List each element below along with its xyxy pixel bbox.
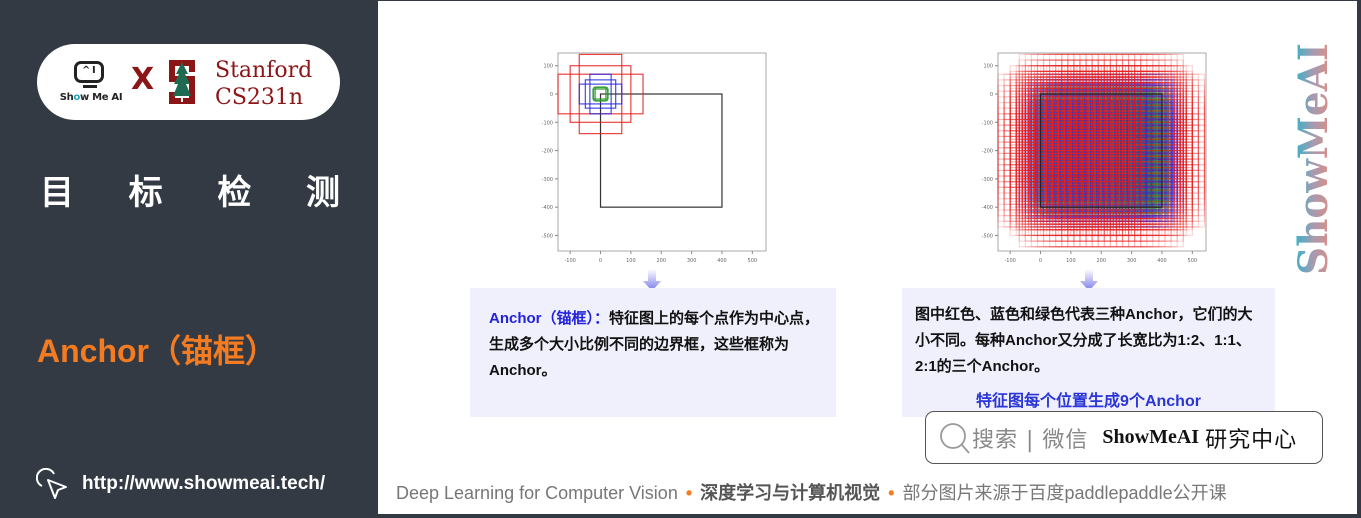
x-tick-label: 500 (1188, 258, 1198, 264)
y-tick-label: 0 (550, 92, 553, 98)
x-tick-label: 100 (626, 258, 636, 264)
x-tick-label: -100 (564, 258, 575, 264)
y-tick-label: -200 (982, 149, 993, 155)
logo-banner: ^ I Show Me AI X Stanford CS231n (37, 44, 340, 120)
x-tick-label: 200 (1096, 258, 1106, 264)
y-tick-label: -100 (542, 120, 553, 126)
search-icon (940, 422, 970, 454)
slide-content: -100 0 100 200 300 400 500 100 0 -100 -200 -300 -400… (378, 1, 1357, 514)
x-tick-label: 0 (599, 258, 602, 264)
y-tick-label: -300 (542, 177, 553, 183)
y-tick-label: -300 (982, 177, 993, 183)
stanford-logo-icon (169, 60, 195, 104)
y-tick-label: -400 (542, 205, 553, 211)
x-tick-label: 400 (717, 258, 727, 264)
section-title: 目 标 检 测 (40, 173, 340, 213)
website-url[interactable]: http://www.showmeai.tech/ (82, 473, 325, 495)
anchor-explanation-box: 图中红色、蓝色和绿色代表三种Anchor，它们的大小不同。每种Anchor又分成… (902, 288, 1275, 417)
anchor-definition-box: Anchor（锚框）：特征图上的每个点作为中心点，生成多个大小比例不同的边界框，… (470, 288, 836, 417)
y-tick-label: -100 (982, 120, 993, 126)
sidebar: ^ I Show Me AI X Stanford CS231n 目 标 检 测 … (0, 0, 378, 518)
y-tick-label: -500 (542, 233, 553, 239)
website-link[interactable]: http://www.showmeai.tech/ (36, 468, 325, 500)
topic-subtitle: Anchor（锚框） (37, 333, 278, 369)
anchor-chart-all: -100 0 100 200 300 400 500 100 0 -100 -200 -300 -400… (982, 52, 1207, 264)
search-label: 搜索 | 微信 (972, 427, 1089, 453)
footer-course-cn: 深度学习与计算机视觉 (700, 483, 881, 503)
x-tick-label: -100 (1004, 258, 1015, 264)
x-tick-label: 100 (1066, 258, 1076, 264)
showmeai-watermark: ShowMeAI (1290, 43, 1337, 275)
showmeai-logo: ^ I Show Me AI (59, 58, 123, 108)
collab-x: X (131, 62, 155, 97)
anchor-chart-single: -100 0 100 200 300 400 500 100 0 -100 -200 -300 -400… (542, 52, 767, 264)
cursor-click-icon (36, 468, 67, 499)
x-tick-label: 300 (687, 258, 697, 264)
anchor-explanation-text: 图中红色、蓝色和绿色代表三种Anchor，它们的大小不同。每种Anchor又分成… (915, 306, 1253, 375)
x-tick-label: 500 (748, 258, 758, 264)
footer-course-en: Deep Learning for Computer Vision (396, 483, 678, 503)
x-tick-label: 300 (1127, 258, 1137, 264)
search-brand-suffix: 研究中心 (1205, 427, 1298, 453)
x-tick-label: 400 (1157, 258, 1167, 264)
wechat-search-box[interactable]: 搜索 | 微信 ShowMeAI 研究中心 (925, 411, 1323, 464)
y-tick-label: 100 (983, 64, 993, 70)
search-brand: ShowMeAI (1102, 426, 1200, 448)
y-tick-label: -500 (982, 233, 993, 239)
showmeai-logo-text: Show Me AI (59, 92, 123, 103)
x-tick-label: 0 (1039, 258, 1042, 264)
footer-source: 部分图片来源于百度paddlepaddle公开课 (902, 483, 1227, 503)
y-tick-label: -200 (542, 149, 553, 155)
y-tick-label: 0 (990, 92, 993, 98)
y-tick-label: -400 (982, 205, 993, 211)
anchor-count-highlight: 特征图每个位置生成9个Anchor (976, 393, 1201, 410)
stanford-course-text: Stanford CS231n (215, 58, 313, 110)
plot-frame (557, 52, 767, 252)
slide-footer: Deep Learning for Computer Vision • 深度学习与计… (396, 483, 1227, 503)
anchor-term: Anchor（锚框） (489, 310, 595, 327)
robot-face-icon: ^ I (74, 61, 104, 83)
svg-text:ShowMeAI: ShowMeAI (1290, 43, 1337, 275)
x-tick-label: 200 (656, 258, 666, 264)
y-tick-label: 100 (543, 64, 553, 70)
